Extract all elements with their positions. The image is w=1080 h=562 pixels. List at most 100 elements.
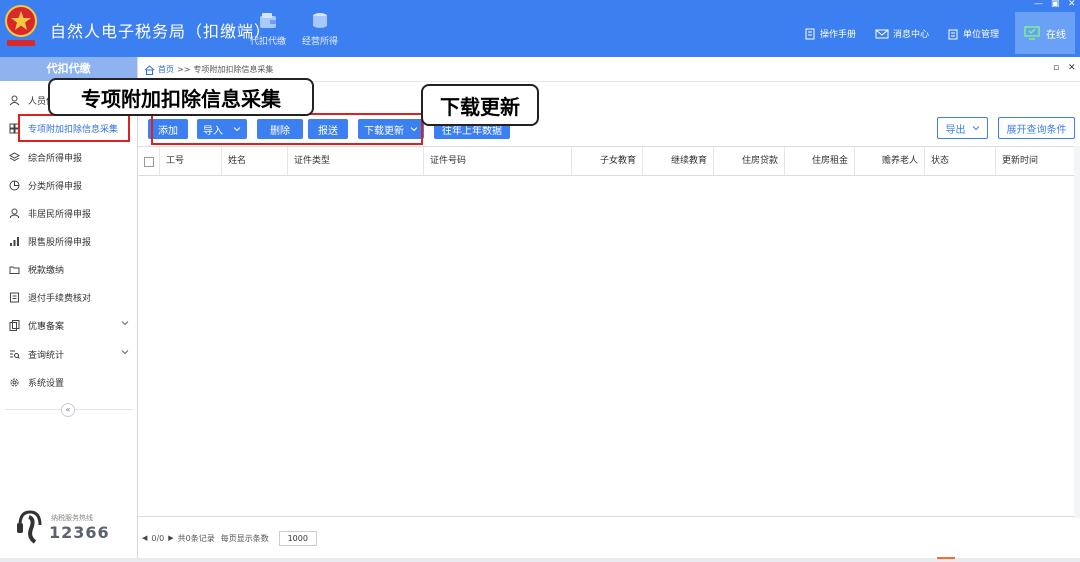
list-doc-icon [10,292,19,302]
select-all-checkbox[interactable] [144,157,154,167]
sidebar-item-label: 非居民所得申报 [28,209,92,220]
sidebar-item-label: 优惠备案 [28,321,65,332]
chevron-down-icon [410,127,418,132]
manual-link-label: 操作手册 [820,30,857,40]
sidebar-item-label: 系统设置 [28,378,65,389]
column-header[interactable]: 状态 [925,147,996,175]
delete-button[interactable]: 删除 [257,119,303,139]
sidebar-item-label: 查询统计 [28,350,65,361]
submit-button-label: 报送 [318,125,338,137]
column-header[interactable]: 住房贷款 [714,147,785,175]
chevron-down-icon [121,321,129,326]
sidebar-item-restricted-stock[interactable]: 限售股所得申报 [0,229,137,253]
sidebar-item-label: 限售股所得申报 [28,237,92,248]
nav-business-income[interactable]: 经营所得 [296,12,344,47]
nav-withholding[interactable]: 代扣代缴 [244,12,292,47]
sidebar-item-system-settings[interactable]: 系统设置 [0,370,137,394]
sidebar-item-label: 税款缴纳 [28,265,65,276]
gear-icon [10,378,19,386]
list-search-icon [10,350,20,359]
sidebar-item-tax-payment[interactable]: 税款缴纳 [0,257,137,281]
headset-icon [17,510,42,544]
export-button-label: 导出 [945,124,966,136]
sidebar-item-label: 综合所得申报 [28,153,83,164]
panel-close-icon[interactable]: ✕ [1068,63,1076,73]
sidebar-item-label: 专项附加扣除信息采集 [28,124,119,135]
chevron-down-icon [233,127,241,132]
sidebar-item-refund-fee-check[interactable]: 退付手续费核对 [0,285,137,309]
breadcrumb-home[interactable]: 首页 [158,64,174,75]
breadcrumb: 首页 >> 专项附加扣除信息采集 [144,64,273,75]
column-header[interactable]: 住房租金 [785,147,855,175]
import-button[interactable]: 导入 [197,119,247,139]
online-status[interactable]: 在线 [1015,12,1075,54]
breadcrumb-separator: >> [177,65,191,74]
hotline-banner: 纳税服务热线 12366 [15,507,137,547]
add-button-label: 添加 [158,125,178,137]
collapse-sidebar-icon[interactable]: « [61,403,75,417]
tax-bureau-emblem-icon [5,5,37,46]
table-header: 工号 姓名 证件类型 证件号码 子女教育 继续教育 住房贷款 住房租金 赡养老人… [138,146,1074,176]
maximize-icon[interactable]: ▣ [1051,0,1060,9]
status-bar-marker [937,557,955,562]
coins-icon [313,13,327,28]
export-button[interactable]: 导出 [937,117,988,139]
nav-withholding-label: 代扣代缴 [249,37,286,47]
expand-query-button[interactable]: 展开查询条件 [998,117,1075,139]
sidebar-item-preferential-filing[interactable]: 优惠备案 [0,313,137,337]
sidebar-item-classified-income[interactable]: 分类所得申报 [0,173,137,197]
callout-special-deduction: 专项附加扣除信息采集 [48,78,314,116]
per-page-label: 每页显示条数 [220,533,269,543]
page-indicator: 0/0 [151,533,165,543]
app-title: 自然人电子税务局（扣缴端） [50,22,272,41]
callout-special-deduction-text: 专项附加扣除信息采集 [81,86,281,111]
manual-link[interactable]: 操作手册 [804,27,856,40]
select-all-cell [138,147,160,175]
sidebar-item-comprehensive-income[interactable]: 综合所得申报 [0,145,137,169]
pagination: ◀ 0/0 ▶ 共0条记录 每页显示条数 [142,530,317,546]
wallet-icon [260,13,276,28]
submit-button[interactable]: 报送 [308,119,348,139]
minimize-icon[interactable]: — [1034,0,1043,9]
bar-chart-icon [10,236,19,246]
chevron-down-icon [972,126,979,131]
sidebar: 代扣代缴 人员信息采集 专项附加扣除信息采集 综合所得申报 分类所得申报 非居民… [0,57,138,558]
panel-restore-icon[interactable]: ▫ [1053,63,1059,73]
message-center-link[interactable]: 消息中心 [875,27,929,40]
user-icon [9,95,20,105]
total-records: 共0条记录 [177,533,215,543]
mail-icon [875,29,889,38]
copy-icon [9,319,20,331]
sidebar-item-label: 退付手续费核对 [28,293,92,304]
sidebar-item-nonresident-income[interactable]: 非居民所得申报 [0,201,137,225]
grid-icon [9,123,20,133]
vertical-scrollbar[interactable] [1074,146,1080,518]
column-header[interactable]: 赡养老人 [855,147,925,175]
folder-icon [9,266,20,274]
layers-icon [9,151,20,161]
next-page-icon[interactable]: ▶ [168,534,173,542]
per-page-input[interactable] [278,530,317,546]
expand-query-label: 展开查询条件 [1006,124,1067,136]
home-icon [144,64,155,75]
close-icon[interactable]: ✕ [1068,0,1076,9]
hotline-label: 纳税服务热线 [51,514,93,522]
column-header[interactable]: 证件类型 [288,147,424,175]
column-header[interactable]: 继续教育 [643,147,714,175]
add-button[interactable]: 添加 [148,119,188,139]
sidebar-item-query-statistics[interactable]: 查询统计 [0,342,137,366]
sidebar-item-label: 分类所得申报 [28,181,83,192]
prev-page-icon[interactable]: ◀ [142,534,147,542]
building-icon [948,29,958,39]
column-header[interactable]: 工号 [160,147,222,175]
unit-management-link[interactable]: 单位管理 [947,27,999,40]
column-header[interactable]: 子女教育 [572,147,643,175]
monitor-check-icon [1024,26,1040,40]
nav-business-income-label: 经营所得 [301,37,338,47]
download-update-button[interactable]: 下载更新 [358,119,424,139]
column-header[interactable]: 更新时间 [996,147,1074,175]
sidebar-item-special-deduction[interactable]: 专项附加扣除信息采集 [0,116,137,140]
column-header[interactable]: 证件号码 [424,147,572,175]
chevron-down-icon [121,350,129,355]
column-header[interactable]: 姓名 [222,147,288,175]
